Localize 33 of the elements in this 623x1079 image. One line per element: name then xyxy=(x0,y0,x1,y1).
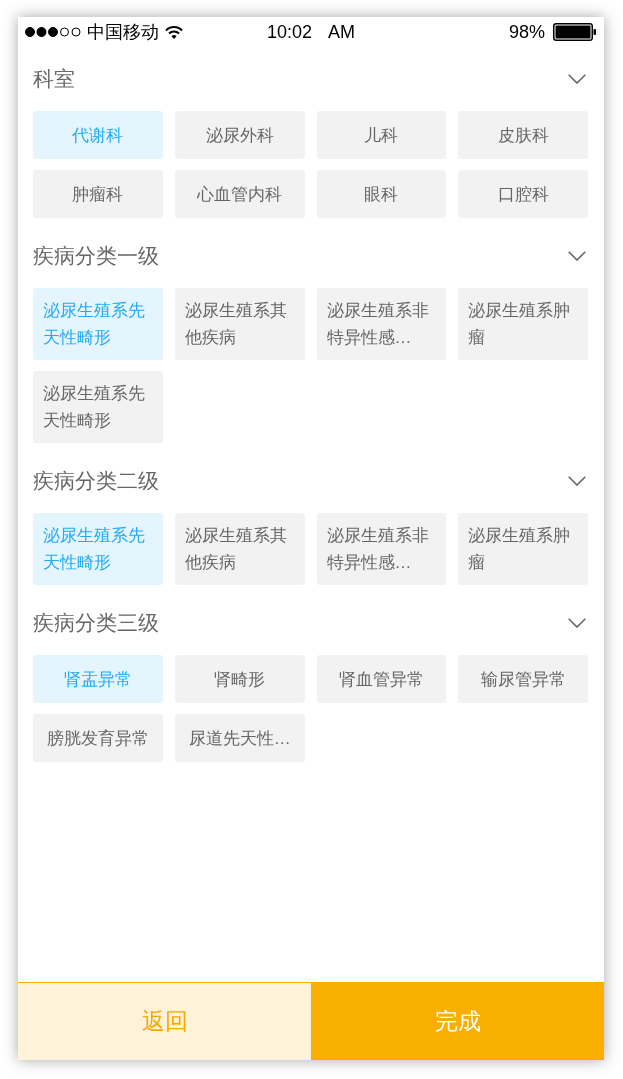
section-title: 科室 xyxy=(33,66,75,93)
filter-tag[interactable]: 尿道先天性… xyxy=(174,714,305,762)
signal-dots-icon xyxy=(25,27,81,37)
filter-tag[interactable]: 泌尿生殖系肿瘤 xyxy=(458,288,588,360)
filter-tag[interactable]: 儿科 xyxy=(316,111,447,159)
filter-tag[interactable]: 泌尿外科 xyxy=(174,111,305,159)
status-time: 10:02 AM xyxy=(266,20,356,44)
filter-tag[interactable]: 口腔科 xyxy=(458,170,588,218)
section-title: 疾病分类一级 xyxy=(33,243,159,270)
chevron-down-icon[interactable] xyxy=(568,476,586,486)
filter-tag[interactable]: 肿瘤科 xyxy=(33,170,163,218)
battery-percent: 98% xyxy=(508,20,545,44)
section-title: 疾病分类二级 xyxy=(33,468,159,495)
filter-tag[interactable]: 泌尿生殖系肿瘤 xyxy=(458,513,588,585)
filter-tag[interactable]: 输尿管异常 xyxy=(458,655,588,703)
filter-tag[interactable]: 膀胱发育异常 xyxy=(33,714,163,762)
filter-tag[interactable]: 眼科 xyxy=(316,170,447,218)
filter-tag[interactable]: 泌尿生殖系非特异性感… xyxy=(316,288,447,360)
filter-tag[interactable]: 泌尿生殖系非特异性感… xyxy=(316,513,447,585)
carrier-name: 中国移动 xyxy=(87,20,159,44)
filter-tag[interactable]: 泌尿生殖系其他疾病 xyxy=(174,513,305,585)
wifi-icon xyxy=(165,25,183,39)
chevron-down-icon[interactable] xyxy=(568,251,586,261)
filter-tag[interactable]: 泌尿生殖系先天性畸形 xyxy=(33,371,163,443)
chevron-down-icon[interactable] xyxy=(568,618,586,628)
battery-icon xyxy=(553,23,597,41)
filter-tag[interactable]: 肾畸形 xyxy=(174,655,305,703)
filter-tag[interactable]: 心血管内科 xyxy=(174,170,305,218)
chevron-down-icon[interactable] xyxy=(568,74,586,84)
filter-tag[interactable]: 肾血管异常 xyxy=(316,655,447,703)
filter-tag[interactable]: 泌尿生殖系其他疾病 xyxy=(174,288,305,360)
filter-tag[interactable]: 皮肤科 xyxy=(458,111,588,159)
section-title: 疾病分类三级 xyxy=(33,610,159,637)
